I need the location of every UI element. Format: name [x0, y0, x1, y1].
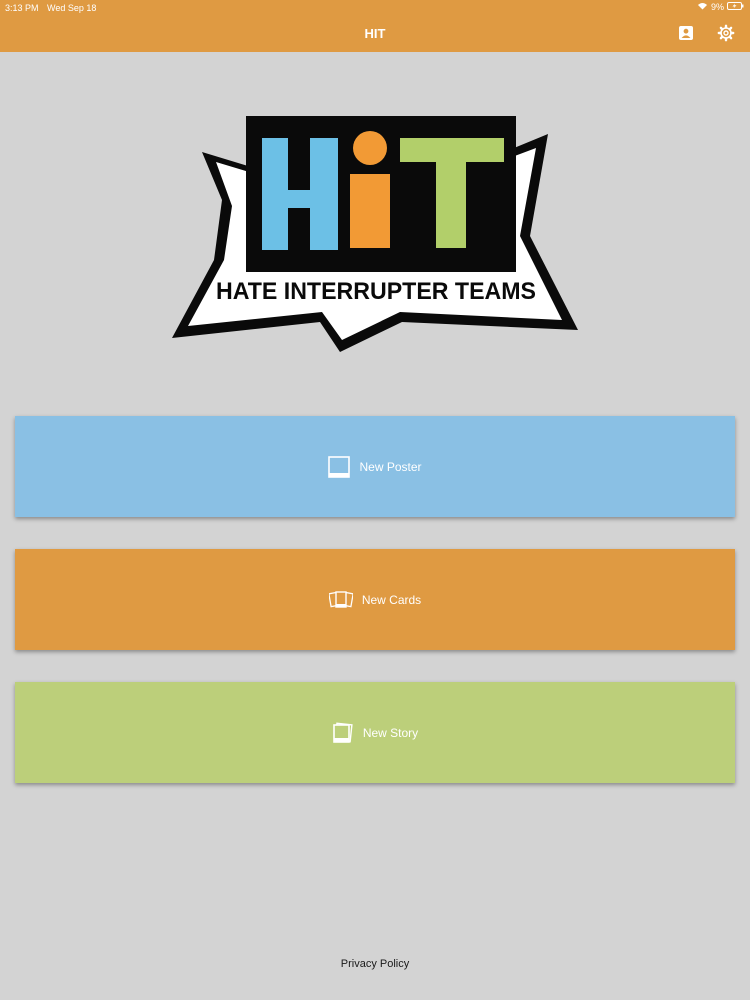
new-cards-button[interactable]: New Cards [15, 549, 735, 650]
profile-button[interactable] [677, 24, 695, 42]
story-icon [332, 722, 354, 744]
logo-tagline: HATE INTERRUPTER TEAMS [216, 278, 536, 305]
new-story-label: New Story [362, 725, 419, 740]
cards-icon [328, 590, 353, 610]
status-date: Wed Sep 18 [47, 3, 97, 13]
new-story-button[interactable]: New Story [15, 682, 735, 783]
top-bar: 3:13 PM Wed Sep 18 9% HIT [0, 0, 750, 52]
hit-logo: HATE INTERRUPTER TEAMS [170, 114, 580, 354]
battery-icon [727, 2, 744, 12]
privacy-policy-link[interactable]: Privacy Policy [0, 958, 750, 970]
new-cards-label: New Cards [361, 592, 422, 607]
gear-icon [717, 24, 735, 42]
status-indicators: 9% [697, 2, 744, 12]
poster-icon [328, 455, 351, 478]
person-card-icon [677, 24, 695, 42]
battery-percent: 9% [710, 2, 724, 12]
app-title: HIT [364, 26, 386, 41]
signal-icon [697, 2, 708, 12]
status-time: 3:13 PM [5, 3, 39, 13]
new-poster-button[interactable]: New Poster [15, 416, 735, 517]
new-poster-label: New Poster [359, 459, 422, 474]
settings-button[interactable] [717, 24, 735, 42]
